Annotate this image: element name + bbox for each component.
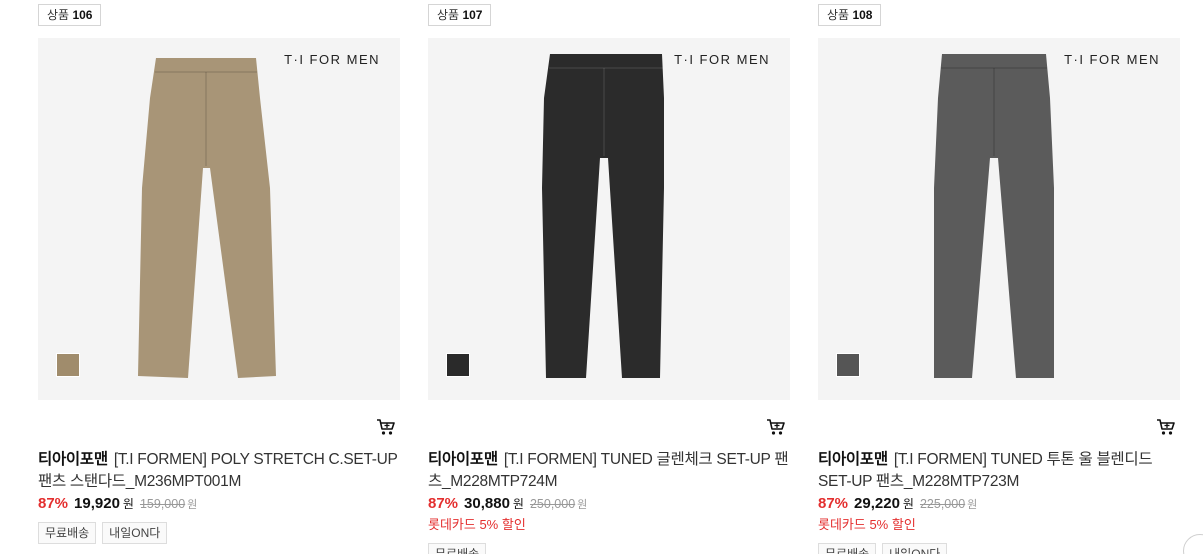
brand-logo: T·I FOR MEN [1064, 52, 1160, 67]
price-unit: 원 [512, 497, 524, 511]
discount-rate: 87% [428, 495, 459, 512]
product-image[interactable]: T·I FOR MEN [818, 38, 1180, 400]
badge-number: 108 [852, 8, 873, 22]
product-card[interactable]: 상품 108 T·I FOR MEN 티아이포맨 [T.I FORMEN] TUN… [818, 0, 1182, 554]
card-discount-promo: 롯데카드 5% 할인 [818, 517, 916, 532]
product-number-badge: 상품 107 [428, 4, 492, 26]
original-price-unit: 원 [967, 499, 978, 511]
card-discount-promo: 롯데카드 5% 할인 [428, 517, 526, 532]
sale-price: 29,220 [854, 495, 900, 512]
original-price: 225,000 [919, 497, 966, 511]
brand-logo: T·I FOR MEN [284, 52, 380, 67]
price-row: 87% 29,220 원 225,000 원 [818, 495, 977, 512]
scroll-top-button[interactable] [1183, 534, 1203, 554]
cart-icon[interactable] [1156, 418, 1176, 436]
tomorrow-delivery-tag: 내일ON다 [102, 522, 168, 544]
free-shipping-tag: 무료배송 [428, 543, 487, 554]
color-swatch[interactable] [56, 353, 80, 377]
tag-list: 무료배송 [428, 543, 487, 554]
discount-rate: 87% [38, 495, 69, 512]
cart-icon[interactable] [766, 418, 786, 436]
brand-name: 티아이포맨 [38, 451, 108, 468]
badge-label: 상품 [47, 8, 70, 22]
original-price-unit: 원 [187, 499, 198, 511]
color-swatch[interactable] [836, 353, 860, 377]
sale-price: 30,880 [464, 495, 510, 512]
pants-illustration [138, 58, 276, 378]
badge-number: 107 [462, 8, 483, 22]
tag-list: 무료배송 내일ON다 [38, 522, 168, 544]
pants-illustration [934, 54, 1054, 378]
original-price-unit: 원 [577, 499, 588, 511]
product-title[interactable]: 티아이포맨 [T.I FORMEN] POLY STRETCH C.SET-UP … [38, 449, 400, 493]
product-title[interactable]: 티아이포맨 [T.I FORMEN] TUNED 투톤 울 블렌디드 SET-UP… [818, 449, 1180, 493]
product-image[interactable]: T·I FOR MEN [428, 38, 790, 400]
price-row: 87% 30,880 원 250,000 원 [428, 495, 587, 512]
brand-name: 티아이포맨 [428, 451, 498, 468]
product-card[interactable]: 상품 106 T·I FOR MEN 티아이포맨 [T.I FORMEN] POL… [38, 0, 402, 554]
original-price: 250,000 [529, 497, 576, 511]
price-unit: 원 [122, 497, 134, 511]
product-number-badge: 상품 108 [818, 4, 882, 26]
product-image[interactable]: T·I FOR MEN [38, 38, 400, 400]
discount-rate: 87% [818, 495, 849, 512]
price-row: 87% 19,920 원 159,000 원 [38, 495, 197, 512]
tag-list: 무료배송 내일ON다 [818, 543, 948, 554]
color-swatch[interactable] [446, 353, 470, 377]
pants-illustration [542, 54, 664, 378]
price-unit: 원 [902, 497, 914, 511]
product-number-badge: 상품 106 [38, 4, 102, 26]
tomorrow-delivery-tag: 내일ON다 [882, 543, 948, 554]
badge-number: 106 [72, 8, 93, 22]
brand-name: 티아이포맨 [818, 451, 888, 468]
product-title[interactable]: 티아이포맨 [T.I FORMEN] TUNED 글렌체크 SET-UP 팬츠_M… [428, 449, 790, 493]
free-shipping-tag: 무료배송 [818, 543, 877, 554]
cart-icon[interactable] [376, 418, 396, 436]
brand-logo: T·I FOR MEN [674, 52, 770, 67]
badge-label: 상품 [437, 8, 460, 22]
sale-price: 19,920 [74, 495, 120, 512]
free-shipping-tag: 무료배송 [38, 522, 97, 544]
badge-label: 상품 [827, 8, 850, 22]
product-card[interactable]: 상품 107 T·I FOR MEN 티아이포맨 [T.I FORMEN] TUN… [428, 0, 792, 554]
original-price: 159,000 [139, 497, 186, 511]
